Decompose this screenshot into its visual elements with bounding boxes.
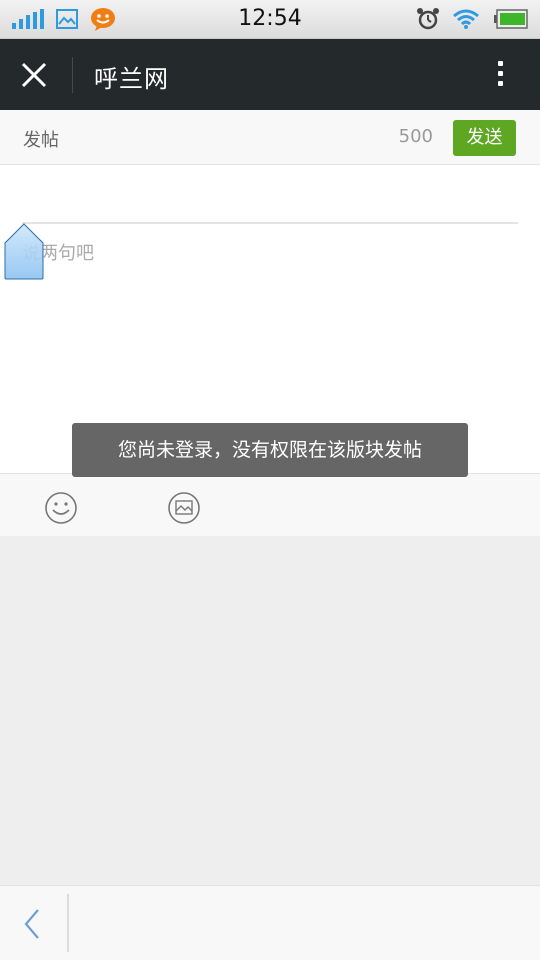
editor-toolbar [0, 473, 540, 536]
title-divider [72, 57, 73, 93]
bottom-divider [67, 894, 69, 952]
image-picker-icon[interactable] [167, 491, 201, 525]
post-title-label: 发帖 [23, 130, 59, 151]
close-icon[interactable] [20, 61, 48, 89]
app-screen: 12:54 呼兰网 发帖 500 发送 说两句吧 您尚未登录，没有权限在该版块发… [0, 0, 540, 960]
send-button[interactable]: 发送 [453, 120, 516, 156]
content-input[interactable] [22, 233, 518, 273]
login-required-toast: 您尚未登录，没有权限在该版块发帖 [72, 423, 468, 477]
wifi-icon [453, 9, 479, 29]
emoji-icon[interactable] [44, 491, 78, 525]
battery-icon [494, 9, 528, 29]
title-bar: 呼兰网 [0, 39, 540, 110]
subject-divider [22, 222, 518, 224]
char-count: 500 [398, 126, 433, 147]
text-cursor-handle[interactable] [4, 223, 44, 280]
page-title: 呼兰网 [94, 65, 169, 93]
status-bar: 12:54 [0, 0, 540, 39]
more-vertical-icon[interactable] [490, 57, 510, 93]
keyboard-placeholder-area [0, 536, 540, 885]
post-header: 发帖 500 发送 [0, 110, 540, 165]
alarm-clock-icon [417, 8, 439, 30]
chevron-left-icon[interactable] [20, 904, 44, 944]
bottom-bar [0, 885, 540, 960]
